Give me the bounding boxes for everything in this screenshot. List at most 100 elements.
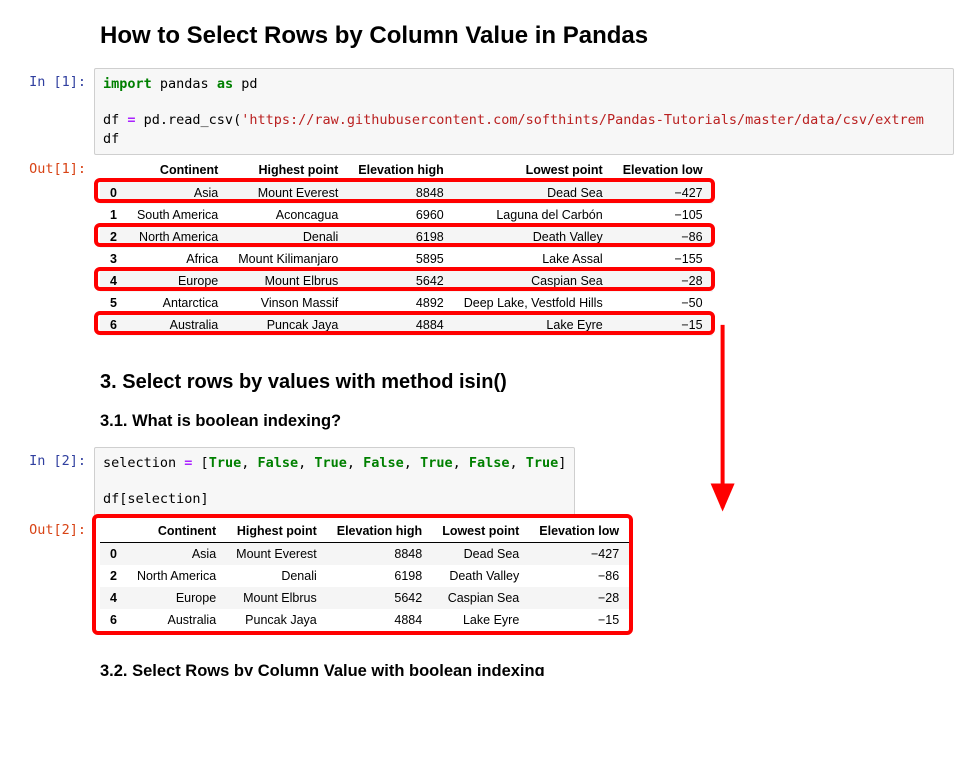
row-index: 3 xyxy=(100,248,127,270)
row-index: 2 xyxy=(100,565,127,587)
code-input-1[interactable]: import pandas as pd df = pd.read_csv('ht… xyxy=(94,68,954,155)
out-prompt-1: Out[1]: xyxy=(0,155,94,177)
table-cell: Lake Eyre xyxy=(432,609,529,631)
row-index: 0 xyxy=(100,542,127,565)
dataframe-1-wrapper: ContinentHighest pointElevation highLowe… xyxy=(100,159,713,336)
dataframe-2: ContinentHighest pointElevation highLowe… xyxy=(100,520,629,631)
table-row: 4EuropeMount Elbrus5642Caspian Sea−28 xyxy=(100,270,713,292)
table-row: 6AustraliaPuncak Jaya4884Lake Eyre−15 xyxy=(100,314,713,336)
table-cell: Asia xyxy=(127,181,228,204)
column-header: Elevation high xyxy=(327,520,432,543)
table-cell: 5895 xyxy=(348,248,453,270)
table-row: 1South AmericaAconcagua6960Laguna del Ca… xyxy=(100,204,713,226)
table-cell: 4892 xyxy=(348,292,453,314)
table-row: 0AsiaMount Everest8848Dead Sea−427 xyxy=(100,542,629,565)
table-cell: −427 xyxy=(529,542,629,565)
table-cell: Europe xyxy=(127,270,228,292)
table-cell: Africa xyxy=(127,248,228,270)
table-cell: Australia xyxy=(127,314,228,336)
table-cell: −15 xyxy=(613,314,713,336)
table-cell: 8848 xyxy=(348,181,453,204)
table-row: 5AntarcticaVinson Massif4892Deep Lake, V… xyxy=(100,292,713,314)
table-cell: Mount Elbrus xyxy=(226,587,327,609)
table-cell: Denali xyxy=(226,565,327,587)
table-cell: −15 xyxy=(529,609,629,631)
table-cell: −105 xyxy=(613,204,713,226)
table-cell: 4884 xyxy=(327,609,432,631)
table-cell: Lake Assal xyxy=(454,248,613,270)
column-header: Highest point xyxy=(226,520,327,543)
table-cell: Aconcagua xyxy=(228,204,348,226)
code-input-2[interactable]: selection = [True, False, True, False, T… xyxy=(94,447,575,516)
section-3-1-title: 3.1. What is boolean indexing? xyxy=(100,412,954,431)
table-cell: Antarctica xyxy=(127,292,228,314)
output-cell-2: Out[2]: ContinentHighest pointElevation … xyxy=(0,516,954,638)
table-cell: Asia xyxy=(127,542,226,565)
table-row: 6AustraliaPuncak Jaya4884Lake Eyre−15 xyxy=(100,609,629,631)
column-header: Highest point xyxy=(228,159,348,182)
column-header: Elevation low xyxy=(613,159,713,182)
table-cell: −86 xyxy=(613,226,713,248)
code-cell-1: In [1]: import pandas as pd df = pd.read… xyxy=(0,68,954,155)
table-cell: Mount Elbrus xyxy=(228,270,348,292)
table-cell: Puncak Jaya xyxy=(228,314,348,336)
row-index: 4 xyxy=(100,270,127,292)
row-index: 4 xyxy=(100,587,127,609)
table-cell: Caspian Sea xyxy=(432,587,529,609)
column-header: Continent xyxy=(127,520,226,543)
table-cell: North America xyxy=(127,226,228,248)
table-cell: Death Valley xyxy=(432,565,529,587)
table-cell: −427 xyxy=(613,181,713,204)
table-cell: Mount Everest xyxy=(228,181,348,204)
column-header: Lowest point xyxy=(454,159,613,182)
section-3-2-title: 3.2. Select Rows by Column Value with bo… xyxy=(100,662,954,676)
column-header: Elevation low xyxy=(529,520,629,543)
row-index: 6 xyxy=(100,314,127,336)
table-cell: 8848 xyxy=(327,542,432,565)
row-index: 2 xyxy=(100,226,127,248)
table-cell: 6960 xyxy=(348,204,453,226)
table-cell: Puncak Jaya xyxy=(226,609,327,631)
table-row: 3AfricaMount Kilimanjaro5895Lake Assal−1… xyxy=(100,248,713,270)
table-cell: 5642 xyxy=(327,587,432,609)
table-cell: Mount Kilimanjaro xyxy=(228,248,348,270)
table-cell: −86 xyxy=(529,565,629,587)
column-header: Lowest point xyxy=(432,520,529,543)
row-index: 1 xyxy=(100,204,127,226)
table-row: 2North AmericaDenali6198Death Valley−86 xyxy=(100,226,713,248)
section-3-title: 3. Select rows by values with method isi… xyxy=(100,371,954,394)
row-index: 5 xyxy=(100,292,127,314)
table-cell: Europe xyxy=(127,587,226,609)
dataframe-1: ContinentHighest pointElevation highLowe… xyxy=(100,159,713,336)
row-index: 0 xyxy=(100,181,127,204)
table-cell: Australia xyxy=(127,609,226,631)
column-header: Continent xyxy=(127,159,228,182)
table-cell: 5642 xyxy=(348,270,453,292)
table-cell: −28 xyxy=(613,270,713,292)
column-header: Elevation high xyxy=(348,159,453,182)
page-title: How to Select Rows by Column Value in Pa… xyxy=(100,22,954,50)
table-row: 4EuropeMount Elbrus5642Caspian Sea−28 xyxy=(100,587,629,609)
table-cell: Laguna del Carbón xyxy=(454,204,613,226)
table-cell: Caspian Sea xyxy=(454,270,613,292)
table-row: 2North AmericaDenali6198Death Valley−86 xyxy=(100,565,629,587)
table-cell: North America xyxy=(127,565,226,587)
dataframe-2-wrapper: ContinentHighest pointElevation highLowe… xyxy=(100,520,629,631)
table-row: 0AsiaMount Everest8848Dead Sea−427 xyxy=(100,181,713,204)
table-cell: Death Valley xyxy=(454,226,613,248)
row-index: 6 xyxy=(100,609,127,631)
output-cell-1: Out[1]: ContinentHighest pointElevation … xyxy=(0,155,954,343)
table-cell: Deep Lake, Vestfold Hills xyxy=(454,292,613,314)
table-cell: 6198 xyxy=(348,226,453,248)
table-cell: South America xyxy=(127,204,228,226)
table-cell: −155 xyxy=(613,248,713,270)
table-cell: Denali xyxy=(228,226,348,248)
table-cell: −50 xyxy=(613,292,713,314)
table-cell: Lake Eyre xyxy=(454,314,613,336)
table-cell: −28 xyxy=(529,587,629,609)
table-cell: Dead Sea xyxy=(454,181,613,204)
table-cell: Vinson Massif xyxy=(228,292,348,314)
in-prompt-1: In [1]: xyxy=(0,68,94,90)
table-cell: Mount Everest xyxy=(226,542,327,565)
out-prompt-2: Out[2]: xyxy=(0,516,94,538)
